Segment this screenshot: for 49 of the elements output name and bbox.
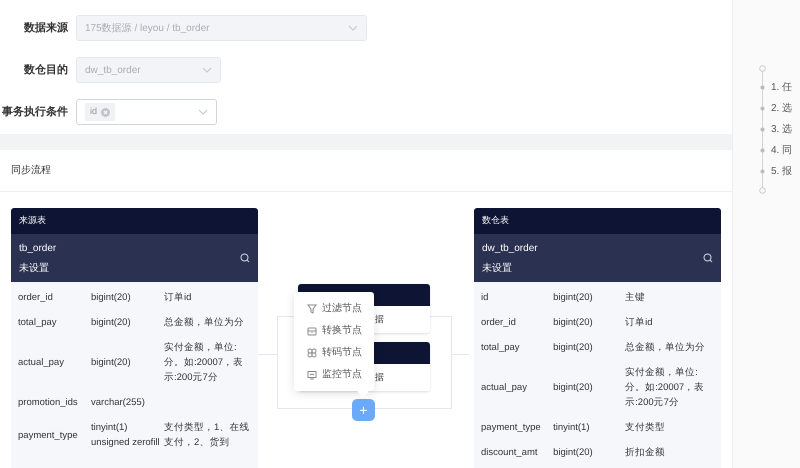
step-label: 1. 任 bbox=[771, 81, 792, 95]
table-cell-text: 支付类型 bbox=[625, 421, 666, 435]
field-label: 数据来源 bbox=[22, 20, 69, 36]
section-title: 同步流程 bbox=[11, 164, 51, 178]
table-cell-text: bigint(20) bbox=[91, 316, 132, 330]
table-cell-text: actual_pay bbox=[18, 356, 65, 370]
card-title: 数仓表 bbox=[482, 214, 509, 228]
table-cell-text: tinyint(1) bbox=[553, 421, 591, 435]
table-status: 未设置 bbox=[19, 262, 50, 276]
table-cell-text: 折扣金额 bbox=[625, 446, 666, 460]
step-label: 5. 报 bbox=[771, 164, 792, 179]
table-cell-text: 支付类型，1、在线支付，2、货到 bbox=[164, 421, 250, 450]
table-cell-text: total_pay bbox=[18, 316, 58, 330]
table-cell-text: promotion_ids bbox=[18, 396, 79, 410]
table-cell-text: varchar(255) bbox=[91, 396, 146, 410]
table-cell-text: 总金额，单位为分 bbox=[164, 316, 245, 330]
table-cell-text: payment_type bbox=[481, 421, 542, 435]
table-cell-text: 实付金额，单位:分。如:20007，表示:200元7分 bbox=[625, 366, 706, 410]
field-label: 数仓目的 bbox=[22, 62, 69, 78]
table-name: dw_tb_order bbox=[482, 242, 538, 256]
table-cell-text: tinyint(1) unsigned zerofill bbox=[91, 421, 161, 450]
step-label: 4. 同 bbox=[771, 144, 792, 158]
table-cell-text: 实付金额，单位:分。如:20007，表示:200元7分 bbox=[164, 341, 244, 385]
table-cell-text: bigint(20) bbox=[91, 291, 132, 305]
table-cell-text: 主键 bbox=[625, 291, 646, 305]
table-cell-text: order_id bbox=[18, 291, 54, 305]
table-cell-text: 订单id bbox=[625, 316, 654, 330]
table-cell-text: bigint(20) bbox=[553, 381, 594, 395]
table-cell-text: actual_pay bbox=[481, 381, 528, 395]
table-cell-text: id bbox=[481, 291, 490, 305]
table-cell-text: payment_type bbox=[18, 428, 79, 442]
field-label: 事务执行条件 bbox=[1, 104, 69, 120]
table-name: tb_order bbox=[19, 242, 56, 256]
step-label: 3. 选 bbox=[771, 122, 792, 137]
table-cell-text: bigint(20) bbox=[553, 316, 594, 330]
table-cell-text: 总金额，单位为分 bbox=[625, 341, 706, 355]
table-cell-text: 订单id bbox=[164, 291, 192, 305]
table-cell-text: discount_amt bbox=[481, 446, 539, 460]
table-status: 未设置 bbox=[482, 262, 513, 276]
table-cell-text: bigint(20) bbox=[553, 341, 594, 355]
step-label: 2. 选 bbox=[771, 102, 792, 116]
table-cell-text: total_pay bbox=[481, 341, 521, 355]
node-label: 据 bbox=[375, 370, 384, 384]
table-cell-text: bigint(20) bbox=[553, 291, 594, 305]
table-cell-text: bigint(20) bbox=[553, 446, 594, 460]
card-title: 来源表 bbox=[19, 214, 46, 228]
table-cell-text: order_id bbox=[481, 316, 517, 330]
table-cell-text: bigint(20) bbox=[91, 356, 132, 370]
node-label: 据 bbox=[375, 312, 384, 326]
